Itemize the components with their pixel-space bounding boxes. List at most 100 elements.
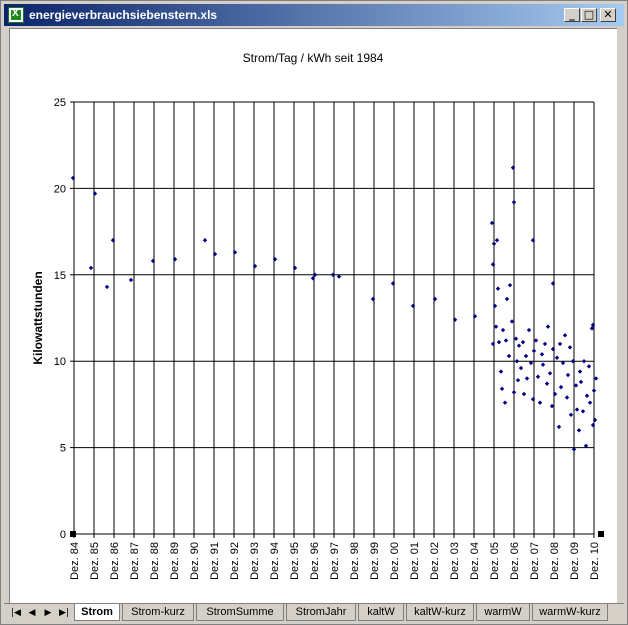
data-point (520, 339, 526, 345)
x-tick-label: Dez. 87 (129, 542, 141, 580)
tab-warmw-kurz[interactable]: warmW-kurz (532, 604, 608, 621)
data-point (503, 338, 509, 343)
data-point (591, 388, 597, 393)
x-tick-label: Dez. 04 (469, 542, 481, 580)
data-point (537, 400, 543, 405)
data-point (498, 369, 504, 374)
tab-stromsumme[interactable]: StromSumme (196, 604, 284, 621)
data-point (547, 371, 553, 376)
x-tick-label: Dez. 02 (429, 542, 441, 580)
tab-strom-kurz[interactable]: Strom-kurz (122, 604, 194, 621)
data-point (410, 303, 416, 309)
data-point (491, 241, 497, 246)
x-tick-label: Dez. 95 (289, 542, 301, 580)
data-point (232, 250, 238, 255)
tab-kaltw-kurz[interactable]: kaltW-kurz (406, 604, 474, 621)
data-point (564, 395, 570, 400)
maximize-button[interactable]: □ (581, 8, 597, 22)
x-tick-label: Dez. 86 (109, 542, 121, 580)
x-tick-label: Dez. 84 (69, 542, 81, 580)
data-point (576, 428, 582, 433)
data-point (562, 333, 568, 338)
data-point (252, 263, 258, 269)
close-button[interactable]: ✕ (600, 8, 616, 22)
tab-warmw[interactable]: warmW (476, 604, 530, 621)
first-sheet-button[interactable]: |◀ (10, 606, 22, 620)
data-point (530, 397, 536, 402)
data-point (104, 284, 110, 290)
y-tick-label: 5 (60, 443, 66, 455)
data-point (128, 277, 134, 283)
tab-stromjahr[interactable]: StromJahr (286, 604, 356, 621)
x-tick-label: Dez. 98 (349, 542, 361, 580)
data-point (92, 191, 98, 196)
next-sheet-button[interactable]: ▶ (42, 606, 54, 620)
data-point (552, 391, 558, 397)
data-point (567, 345, 573, 350)
data-point (544, 381, 550, 386)
x-tick-label: Dez. 05 (489, 542, 501, 580)
prev-sheet-button[interactable]: ◀ (26, 606, 38, 620)
data-point (574, 407, 580, 412)
x-tick-label: Dez. 08 (549, 542, 561, 580)
x-tick-label: Dez. 88 (149, 542, 161, 580)
x-tick-label: Dez. 10 (589, 542, 601, 580)
data-point (490, 262, 496, 267)
data-point (496, 339, 502, 345)
data-point (70, 175, 76, 181)
y-tick-label: 20 (54, 183, 66, 195)
data-point (578, 379, 584, 385)
x-tick-label: Dez. 09 (569, 542, 581, 580)
y-tick-label: 0 (60, 529, 66, 541)
x-tick-label: Dez. 06 (509, 542, 521, 580)
x-tick-label: Dez. 96 (309, 542, 321, 580)
selection-handle[interactable] (598, 531, 604, 537)
data-point (545, 324, 551, 329)
excel-file-icon[interactable] (8, 7, 24, 23)
sheet-tab-bar: |◀ ◀ ▶ ▶| Strom Strom-kurz StromSumme St… (4, 603, 624, 623)
data-point (516, 343, 522, 348)
window-title: energieverbrauchsiebenstern.xls (29, 8, 218, 22)
data-point (212, 251, 218, 257)
minimize-button[interactable]: _ (564, 8, 580, 22)
data-point (500, 327, 506, 333)
data-point (586, 364, 592, 369)
data-point (202, 238, 208, 243)
data-point (542, 341, 548, 347)
data-point (539, 352, 545, 357)
data-point (514, 359, 520, 364)
data-point (272, 257, 278, 262)
data-point (556, 424, 562, 430)
data-point (492, 303, 498, 309)
data-point (521, 391, 527, 397)
data-point (494, 238, 500, 243)
data-point (511, 390, 517, 395)
worksheet-area[interactable]: Strom/Tag / kWh seit 1984 Kilowattstunden… (9, 28, 617, 604)
data-point (550, 281, 556, 286)
data-point (550, 346, 556, 352)
excel-window: energieverbrauchsiebenstern.xls _ □ ✕ St… (0, 0, 628, 625)
y-tick-label: 25 (54, 97, 66, 109)
tab-kaltw[interactable]: kaltW (358, 604, 404, 621)
title-bar[interactable]: energieverbrauchsiebenstern.xls _ □ ✕ (4, 4, 624, 26)
data-point (580, 409, 586, 414)
tab-strom[interactable]: Strom (74, 604, 120, 621)
data-point (535, 374, 541, 379)
data-point (577, 369, 583, 374)
selection-handle[interactable] (70, 531, 76, 537)
x-tick-label: Dez. 85 (89, 542, 101, 580)
x-tick-label: Dez. 00 (389, 542, 401, 580)
data-point (506, 353, 512, 359)
data-point (510, 165, 516, 170)
data-point (518, 365, 524, 371)
x-tick-label: Dez. 97 (329, 542, 341, 580)
data-point (554, 355, 560, 360)
data-point (531, 348, 537, 354)
data-point (524, 376, 530, 381)
last-sheet-button[interactable]: ▶| (58, 606, 70, 620)
data-point (526, 327, 532, 333)
data-point (432, 296, 438, 302)
x-tick-label: Dez. 92 (229, 542, 241, 580)
data-point (523, 353, 529, 359)
data-point (515, 378, 521, 383)
